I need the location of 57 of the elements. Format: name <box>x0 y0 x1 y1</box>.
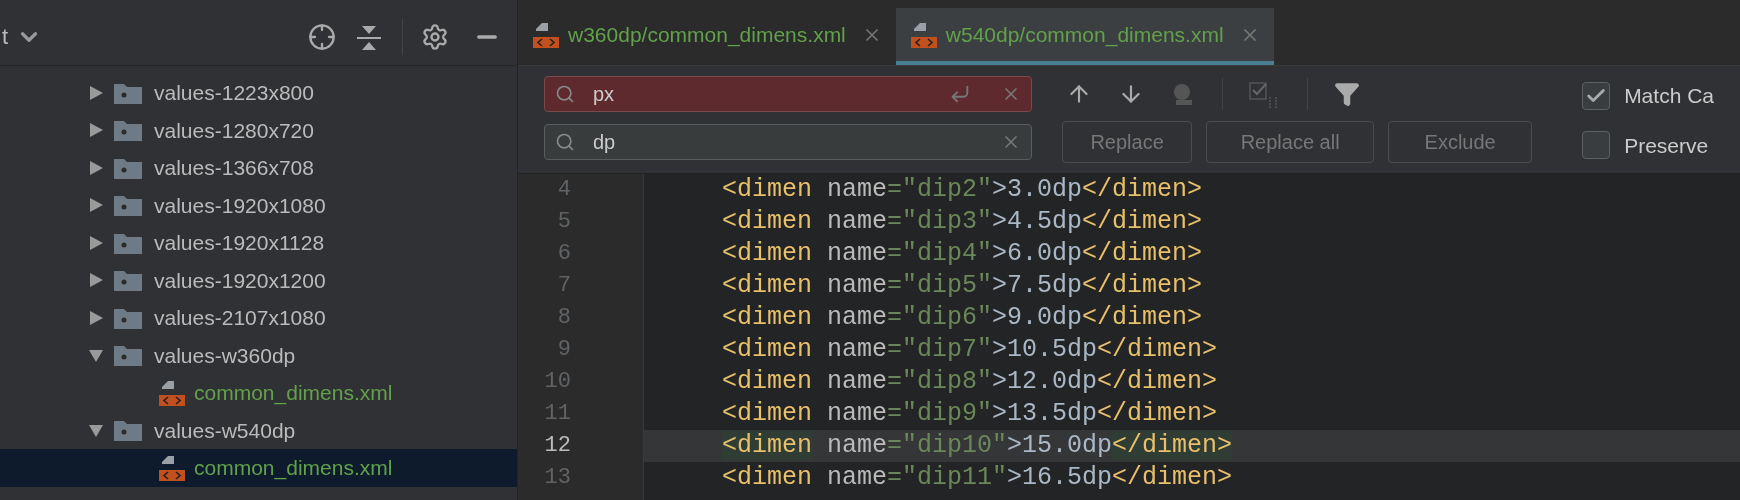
view-label: t <box>2 23 9 51</box>
collapsed-arrow-icon[interactable] <box>88 234 104 251</box>
tree-item[interactable]: values-1223x800 <box>0 74 517 112</box>
tree-item[interactable]: values-1920x1128 <box>0 224 517 262</box>
locate-icon[interactable] <box>308 22 336 51</box>
filter-icon[interactable] <box>1334 80 1361 107</box>
search-icon[interactable] <box>555 132 575 152</box>
folder-icon <box>114 231 142 254</box>
tree-file-item[interactable]: common_dimens.xml <box>0 449 517 487</box>
line-number: 9 <box>556 336 572 364</box>
line-number: 11 <box>543 400 572 428</box>
line-number: 13 <box>543 464 572 492</box>
collapsed-arrow-icon[interactable] <box>88 197 104 214</box>
line-number: 7 <box>556 272 572 300</box>
tree-item[interactable]: values-1920x1200 <box>0 261 517 299</box>
tree-item[interactable]: values-1920x1080 <box>0 186 517 224</box>
xml-file-icon <box>909 20 938 49</box>
line-number: 8 <box>556 304 572 332</box>
editor-tab[interactable]: w360dp/common_dimens.xml <box>518 8 896 65</box>
line-number: 12 <box>543 432 572 460</box>
collapsed-arrow-icon[interactable] <box>88 309 104 326</box>
tree-item[interactable]: values-w360dp <box>0 336 517 374</box>
collapsed-arrow-icon[interactable] <box>88 84 104 101</box>
settings-icon[interactable] <box>421 22 449 51</box>
folder-icon <box>114 269 142 292</box>
xml-file-icon <box>158 453 186 482</box>
folder-icon <box>114 194 142 217</box>
tree-file-item[interactable]: common_dimens.xml <box>0 374 517 412</box>
folder-icon <box>114 306 142 329</box>
collapsed-arrow-icon[interactable] <box>88 122 104 139</box>
tree-item[interactable]: values-w540dp <box>0 411 517 449</box>
expanded-arrow-icon[interactable] <box>88 347 104 364</box>
folder-icon <box>114 344 142 367</box>
collapsed-arrow-icon[interactable] <box>88 272 104 289</box>
collapsed-arrow-icon[interactable] <box>88 159 104 176</box>
checkbox[interactable] <box>1582 131 1611 160</box>
folder-icon <box>114 419 142 442</box>
collapse-all-icon[interactable] <box>356 23 382 50</box>
tree-item[interactable]: values-1280x720 <box>0 111 517 149</box>
xml-file-icon <box>532 20 560 49</box>
folder-icon <box>114 156 142 179</box>
tree-item[interactable]: values-2107x1080 <box>0 299 517 337</box>
search-icon[interactable] <box>555 84 575 104</box>
xml-file-icon <box>158 378 186 407</box>
search-field[interactable]: px <box>544 76 1033 112</box>
line-number: 4 <box>556 176 572 204</box>
option-label: Match Ca <box>1624 83 1714 109</box>
tree-item[interactable]: values-1366x708 <box>0 149 517 187</box>
line-number: 5 <box>556 208 572 236</box>
option-label: Preserve <box>1624 132 1709 159</box>
checkbox[interactable] <box>1582 81 1611 110</box>
line-number: 10 <box>543 368 572 396</box>
folder-icon <box>114 81 142 104</box>
replace-field[interactable]: dp <box>544 124 1033 160</box>
expanded-arrow-icon[interactable] <box>88 422 104 439</box>
line-number: 6 <box>556 240 572 268</box>
folder-icon <box>114 119 142 142</box>
